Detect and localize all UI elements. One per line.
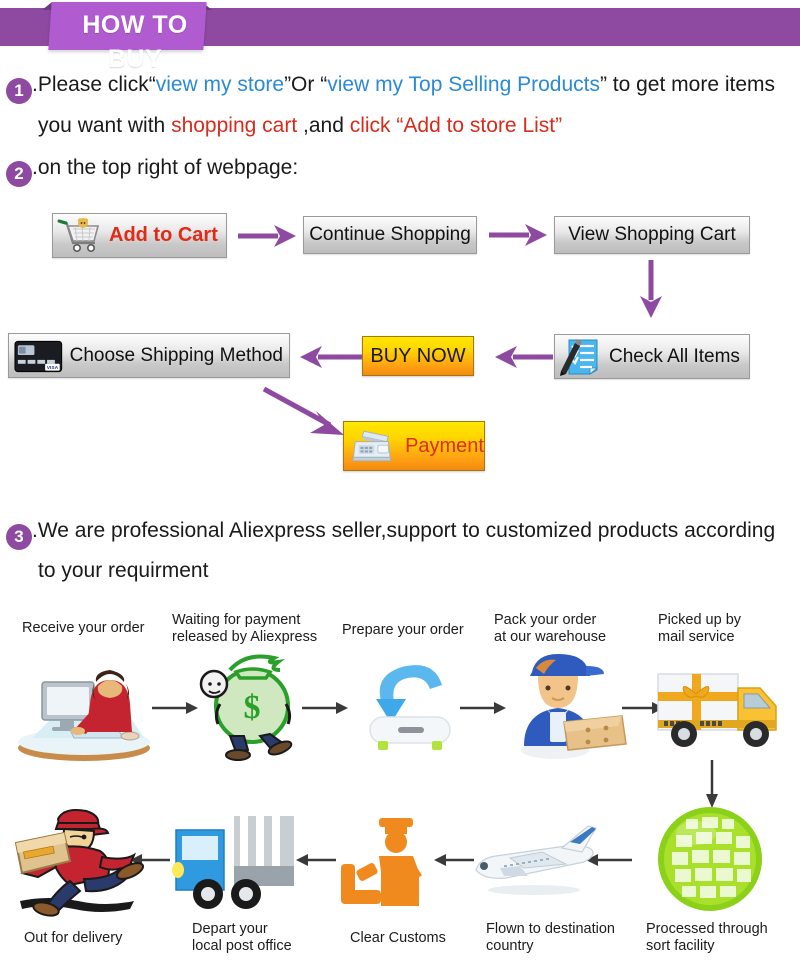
checklist-icon: [560, 338, 599, 376]
instruction-1-line2-a: you want with: [38, 114, 172, 137]
step-number-badge-3: 3: [6, 524, 32, 550]
person-at-computer-icon: [18, 670, 150, 761]
view-shopping-cart-label: View Shopping Cart: [568, 224, 736, 245]
instruction-1-text-a: .Please click“: [32, 73, 156, 96]
blue-download-arrow-icon: [369, 665, 451, 750]
continue-shopping-label: Continue Shopping: [309, 224, 471, 245]
arrow-clear-customs-to-depart: [296, 854, 336, 866]
add-to-store-list-highlight: click “Add to store List”: [349, 114, 563, 137]
add-to-cart-button[interactable]: Add to Cart: [52, 213, 227, 258]
arrow-view-cart-to-check-all-items: [640, 260, 662, 318]
customs-officer-icon: [341, 818, 422, 906]
svg-text:VISA: VISA: [47, 365, 59, 371]
shipping-label-clear-customs: Clear Customs: [350, 930, 446, 946]
view-my-store-link[interactable]: view my store: [156, 73, 284, 96]
view-shopping-cart-button[interactable]: View Shopping Cart: [554, 216, 750, 254]
choose-shipping-method-button[interactable]: VISA Choose Shipping Method: [8, 333, 290, 378]
shipping-label-depart-local-post-office: Depart your local post office: [192, 921, 292, 954]
instruction-1-line2-b: ,and: [297, 114, 350, 137]
choose-shipping-method-label: Choose Shipping Method: [69, 344, 283, 366]
shipping-label-processed-sort-facility: Processed through sort facility: [646, 921, 768, 954]
running-courier-icon: [14, 809, 145, 917]
arrow-continue-shopping-to-view-cart: [489, 224, 547, 246]
shipping-label-picked-up-by-mail: Picked up by mail service: [658, 612, 742, 645]
shipping-label-pack-your-order: Pack your order at our warehouse: [494, 612, 607, 645]
credit-card-icon: VISA: [14, 340, 63, 372]
shopping-cart-highlight: shopping cart: [171, 114, 298, 137]
blue-post-truck-icon: [172, 816, 294, 909]
page-title: HOW TO BUY: [82, 11, 188, 73]
instruction-3-line-2: to your requirment: [38, 559, 209, 582]
add-to-cart-label: Add to Cart: [109, 224, 218, 246]
arrow-picked-up-to-sort-facility: [706, 760, 718, 808]
step-number-badge-1: 1: [6, 78, 32, 104]
arrow-buy-now-to-choose-shipping: [300, 346, 362, 368]
instruction-2: 2 .on the top right of webpage:: [6, 155, 298, 187]
shopping-cart-icon: [57, 217, 100, 252]
check-all-items-button[interactable]: Check All Items: [554, 334, 750, 379]
warehouse-worker-icon: [521, 654, 627, 759]
arrow-add-to-cart-to-continue-shopping: [238, 225, 296, 247]
cash-register-icon: [352, 430, 392, 462]
check-all-items-label: Check All Items: [609, 345, 740, 367]
continue-shopping-button[interactable]: Continue Shopping: [303, 216, 477, 254]
airplane-icon: [475, 825, 597, 895]
instruction-2-text: .on the top right of webpage:: [32, 156, 299, 179]
arrow-waiting-to-prepare: [302, 702, 348, 714]
how-to-buy-banner: HOW TO BUY: [0, 0, 800, 73]
payment-button[interactable]: Payment: [343, 421, 485, 471]
instruction-1-text-b: ”Or “: [284, 73, 328, 96]
shipping-label-prepare-your-order: Prepare your order: [342, 622, 464, 638]
buy-now-label: BUY NOW: [370, 344, 466, 367]
instruction-1-line-2: you want with shopping cart ,and click “…: [38, 113, 562, 139]
instruction-1-line-1: 1 .Please click“view my store”Or “view my…: [6, 72, 775, 104]
instruction-3-text: .We are professional Aliexpress seller,s…: [32, 519, 776, 542]
shipping-label-waiting-for-payment: Waiting for payment released by Aliexpres…: [172, 612, 318, 645]
payment-label: Payment: [405, 434, 484, 457]
step-number-badge-2: 2: [6, 161, 32, 187]
shipping-label-flown-to-destination: Flown to destination country: [486, 921, 615, 954]
instruction-3-line-1: 3 .We are professional Aliexpress seller,…: [6, 518, 775, 550]
money-bag-person-icon: $: [199, 654, 293, 761]
view-my-top-selling-products-link[interactable]: view my Top Selling Products: [327, 73, 600, 96]
shipping-label-out-for-delivery: Out for delivery: [24, 930, 123, 946]
instruction-1-text-c: ” to get more items: [599, 73, 776, 96]
shipping-label-receive-your-order: Receive your order: [22, 620, 145, 636]
delivery-truck-gift-icon: [657, 673, 777, 747]
buy-now-button[interactable]: BUY NOW: [362, 336, 474, 376]
arrow-check-all-items-to-buy-now: [495, 346, 553, 368]
green-globe-icon: [658, 807, 762, 911]
svg-text:$: $: [244, 689, 261, 726]
